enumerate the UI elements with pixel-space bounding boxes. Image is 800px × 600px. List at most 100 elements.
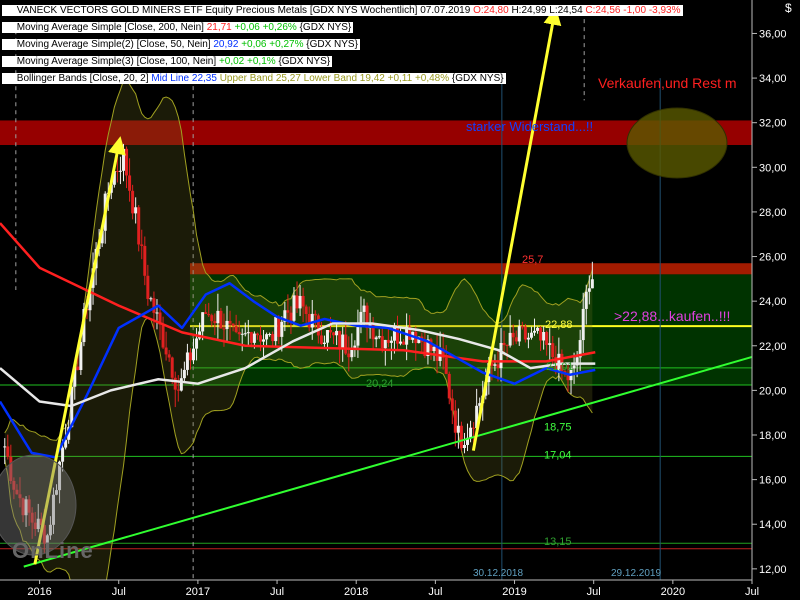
candle-body xyxy=(216,310,220,324)
candle-body xyxy=(167,354,171,358)
candle-body xyxy=(173,377,177,390)
x-tick-label: 2020 xyxy=(661,586,685,598)
level-label: 17,04 xyxy=(544,449,572,461)
level-label: 22,88 xyxy=(545,319,573,331)
candle-body xyxy=(444,357,448,374)
candle-body xyxy=(115,170,119,172)
y-tick-label: 22,00 xyxy=(759,341,787,353)
candle-body xyxy=(316,315,320,336)
y-tick-label: 26,00 xyxy=(759,252,787,264)
x-tick-label: 2017 xyxy=(186,586,210,598)
candle-body xyxy=(128,175,132,191)
candle-body xyxy=(545,332,549,345)
candle-body xyxy=(539,327,543,341)
candle-body xyxy=(356,325,360,346)
candle-body xyxy=(307,313,311,328)
candle-body xyxy=(228,320,232,324)
candle-body xyxy=(213,321,217,324)
legend-symbol: {GDX NYS} xyxy=(278,56,331,67)
candle-body xyxy=(258,335,262,342)
candle-body xyxy=(536,327,540,331)
y-tick-label: 12,00 xyxy=(759,564,787,576)
legend-delta: +0,06 +0,26% xyxy=(234,22,297,33)
candle-body xyxy=(274,317,278,342)
candle-body xyxy=(143,245,147,276)
date-marker-1: 30.12.2018 xyxy=(473,568,523,579)
resistance-ellipse xyxy=(626,107,728,179)
candle-body xyxy=(581,308,585,341)
candle-body xyxy=(551,343,555,358)
candle-body xyxy=(204,312,208,314)
candle-body xyxy=(185,352,189,370)
candle-body xyxy=(508,332,512,346)
candle-body xyxy=(526,337,530,340)
legend-sma50[interactable]: ∿ Moving Average Simple(2) [Close, 50, N… xyxy=(2,36,683,53)
watermark-logo: OnLine xyxy=(12,538,94,563)
legend-label: Moving Average Simple [Close, 200, Nein] xyxy=(16,22,204,33)
x-tick-label: 2019 xyxy=(502,586,526,598)
legend-symbol: {GDX NYS} xyxy=(451,73,504,84)
legend-label: Moving Average Simple(2) [Close, 50, Nei… xyxy=(16,39,211,50)
legend-symbol: {GDX NYS} xyxy=(299,22,352,33)
candle-body xyxy=(310,313,314,328)
candle-body xyxy=(271,334,275,342)
candle-body xyxy=(347,353,351,358)
candle-body xyxy=(210,315,214,322)
chart-canvas: 12,00 14,00 16,00 18,00 20,00 22,00 24,00 26,00… xyxy=(0,0,800,600)
candle-body xyxy=(298,295,302,309)
ohlc-change-pct: -3,93% xyxy=(648,5,681,16)
candle-body xyxy=(344,334,348,354)
candle-body xyxy=(252,333,256,343)
legend-value: Mid Line 22,35 xyxy=(151,73,217,84)
candle-body xyxy=(61,447,65,462)
legend-sma100[interactable]: ∿ Moving Average Simple(3) [Close, 100, … xyxy=(2,53,683,70)
legend-bollinger[interactable]: ∿ Bollinger Bands [Close, 20, 2] Mid Lin… xyxy=(2,70,683,87)
candle-body xyxy=(146,275,150,299)
candle-body xyxy=(207,313,211,316)
candle-body xyxy=(362,305,366,312)
line-icon: ∿ xyxy=(4,5,12,15)
candle-body xyxy=(459,425,463,449)
y-tick-label: 30,00 xyxy=(759,162,787,174)
level-label: 18,75 xyxy=(544,421,572,433)
x-tick-label: Jul xyxy=(587,586,601,598)
candle-body xyxy=(453,410,457,433)
candle-body xyxy=(325,330,329,343)
x-tick-label: 2016 xyxy=(27,586,51,598)
line-icon: ∿ xyxy=(4,39,12,49)
level-label: 20,24 xyxy=(366,378,394,390)
candle-body xyxy=(517,326,521,342)
candle-body xyxy=(222,328,226,330)
ohlc-change: -1,00 xyxy=(623,5,647,16)
level-label: 13,15 xyxy=(544,536,572,548)
y-tick-label: 36,00 xyxy=(759,28,787,40)
candle-body xyxy=(3,446,7,448)
line-icon: ∿ xyxy=(4,56,12,66)
candle-body xyxy=(121,148,125,171)
candle-body xyxy=(277,317,281,337)
candle-body xyxy=(496,364,500,369)
candle-body xyxy=(231,323,235,326)
ohlc-low: L:24,54 xyxy=(549,5,583,16)
candle-body xyxy=(389,340,393,343)
candle-body xyxy=(182,369,186,379)
candle-body xyxy=(383,339,387,349)
line-icon: ∿ xyxy=(4,22,12,32)
candle-body xyxy=(350,349,354,358)
candle-body xyxy=(161,324,165,348)
legend-sma200[interactable]: ∿ Moving Average Simple [Close, 200, Nei… xyxy=(2,19,683,36)
candle-body xyxy=(332,332,336,336)
candle-body xyxy=(140,244,144,246)
candle-body xyxy=(234,325,238,333)
candle-body xyxy=(6,446,10,457)
candle-body xyxy=(386,339,390,343)
candle-body xyxy=(542,332,546,341)
candle-body xyxy=(499,342,503,369)
candle-body xyxy=(399,341,403,344)
candle-body xyxy=(520,326,524,328)
candle-body xyxy=(134,207,138,214)
candle-body xyxy=(447,373,451,399)
candle-body xyxy=(155,312,159,314)
zone-25-7 xyxy=(189,263,752,275)
legend-symbol: {GDX NYS} xyxy=(306,39,358,50)
